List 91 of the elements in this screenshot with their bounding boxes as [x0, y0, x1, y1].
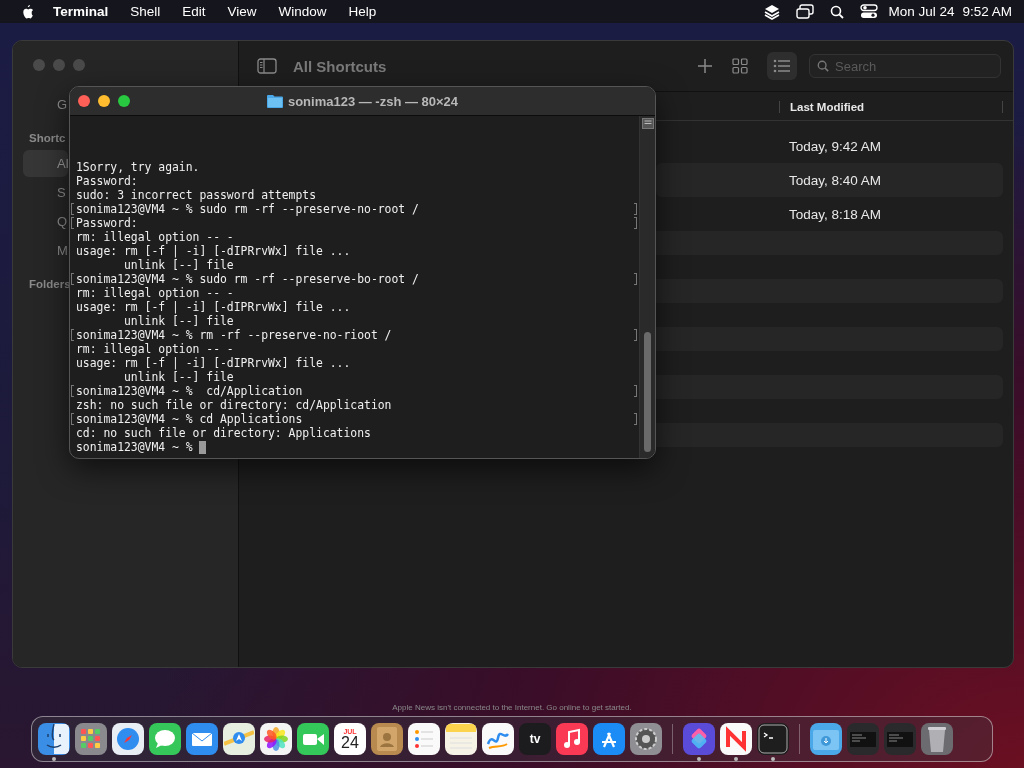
search-icon[interactable] — [830, 4, 845, 19]
scrollbar-thumb[interactable] — [644, 332, 651, 452]
terminal-line: rm: illegal option -- - — [76, 342, 234, 356]
sidebar-item[interactable]: S — [23, 179, 68, 206]
minimize-button[interactable] — [98, 95, 110, 107]
screen-mirroring-icon[interactable] — [796, 4, 815, 19]
terminal-line: cd: no such file or directory: Applications — [76, 426, 371, 440]
table-cell-text: Today, 8:40 AM — [788, 172, 883, 188]
line-mark — [634, 385, 637, 397]
terminal-line: rm: illegal option -- - — [76, 230, 234, 244]
app-store-icon[interactable] — [593, 723, 625, 755]
control-center-icon[interactable] — [860, 4, 879, 19]
folder-icon — [266, 94, 283, 108]
terminal-line: usage: rm [-f | -i] [-dIPRrvWx] file ... — [76, 244, 351, 258]
sidebar-heading: Shortc — [29, 132, 66, 144]
terminal-line: unlink [--] file — [123, 370, 234, 384]
map-icon[interactable] — [223, 723, 255, 755]
compass-icon[interactable] — [112, 723, 144, 755]
menu-item[interactable]: Shell — [130, 4, 161, 19]
search-icon — [817, 60, 829, 72]
app-grid-icon[interactable] — [75, 723, 107, 755]
terminal-line: unlink [--] file — [123, 314, 234, 328]
column-header[interactable]: Last Modified — [779, 101, 1003, 113]
line-mark — [634, 203, 637, 215]
address-book-icon[interactable] — [371, 723, 403, 755]
terminal-line: unlink [--] file — [123, 258, 234, 272]
terminal-line: zsh: no such file or directory: cd/Application — [76, 398, 392, 412]
trash-icon[interactable] — [921, 723, 953, 755]
table-row[interactable]: Today, 8:40 AM — [656, 163, 1003, 197]
line-mark — [634, 329, 637, 341]
terminal-line: 1Sorry, try again. — [76, 160, 200, 174]
terminal-icon[interactable] — [757, 723, 789, 755]
scribble-icon[interactable] — [482, 723, 514, 755]
two-tone-face-square-icon[interactable] — [38, 723, 70, 755]
list-view-button[interactable] — [767, 52, 797, 80]
layered-squares-icon[interactable] — [683, 723, 715, 755]
layers-icon[interactable] — [764, 3, 781, 20]
sidebar-item[interactable]: G — [23, 91, 68, 118]
window-title: All Shortcuts — [293, 57, 387, 75]
window-title: sonima123 — -zsh — 80×24 — [287, 93, 459, 109]
menu-item[interactable]: Edit — [182, 4, 206, 19]
search-field[interactable]: Search — [809, 54, 1001, 78]
terminal-line: Password: — [76, 174, 138, 188]
terminal-line: sonima123@VM4 ~ % cd Applications — [76, 412, 303, 426]
close-button[interactable] — [78, 95, 90, 107]
sidebar-item[interactable]: M — [23, 237, 68, 264]
terminal-line: Password: — [76, 216, 138, 230]
line-mark — [634, 273, 637, 285]
terminal-line: sonima123@VM4 ~ % rm -rf --preserve-no-rioot / — [76, 328, 392, 342]
terminal-line: usage: rm [-f | -i] [-dIPRrvWx] file ... — [76, 356, 351, 370]
flower-icon[interactable] — [260, 723, 292, 755]
tv-button[interactable]: tv — [519, 723, 551, 755]
line-mark — [634, 413, 637, 425]
speech-bubble-icon[interactable] — [149, 723, 181, 755]
apple-logo-icon[interactable] — [20, 3, 34, 20]
news-icon[interactable] — [720, 723, 752, 755]
table-row[interactable]: Today, 9:42 AM — [656, 129, 1003, 163]
table-cell-text: Today, 8:18 AM — [788, 206, 883, 222]
menu-time[interactable]: 9:52 AM — [962, 4, 1012, 19]
list-icon — [773, 59, 791, 73]
menu-date[interactable]: Mon Jul 24 — [888, 4, 955, 19]
menu-item[interactable]: View — [227, 4, 257, 19]
notice-text: Apple News isn't connected to the Internet. Go online to get started. — [392, 703, 632, 712]
download-folder-icon[interactable] — [810, 723, 842, 755]
terminal-line: sudo: 3 incorrect password attempts — [76, 188, 317, 202]
window-thumbnail-icon[interactable] — [884, 723, 916, 755]
zoom-button[interactable] — [118, 95, 130, 107]
music-note-icon[interactable] — [556, 723, 588, 755]
line-mark — [634, 217, 637, 229]
gear-icon[interactable] — [630, 723, 662, 755]
checklist-icon[interactable] — [408, 723, 440, 755]
envelope-icon[interactable] — [186, 723, 218, 755]
terminal-line: usage: rm [-f | -i] [-dIPRrvWx] file ... — [76, 300, 351, 314]
add-icon[interactable] — [697, 58, 713, 74]
terminal-line: sonima123@VM4 ~ % sudo rm -rf --preserve-bo-root / — [76, 272, 419, 286]
table-row[interactable]: Today, 8:18 AM — [656, 197, 1003, 231]
app-menu[interactable]: Terminal — [53, 4, 109, 19]
terminal-line: rm: illegal option -- - — [76, 286, 234, 300]
terminal-line: sonima123@VM4 ~ % — [76, 440, 194, 454]
notepad-icon[interactable] — [445, 723, 477, 755]
table-cell-text: Today, 9:42 AM — [788, 138, 883, 154]
split-pane-icon[interactable] — [641, 118, 654, 129]
sidebar-heading: Folders — [29, 278, 71, 290]
video-camera-icon[interactable] — [297, 723, 329, 755]
menu-item[interactable]: Help — [348, 4, 377, 19]
grid-icon — [732, 58, 748, 74]
window-thumbnail-icon[interactable] — [847, 723, 879, 755]
sidebar-toggle-icon[interactable] — [257, 58, 277, 74]
terminal-line: sonima123@VM4 ~ % sudo rm -rf --preserve-no-root / — [76, 202, 419, 216]
menu-item[interactable]: Window — [278, 4, 327, 19]
terminal-line: sonima123@VM4 ~ % cd/Application — [76, 384, 303, 398]
